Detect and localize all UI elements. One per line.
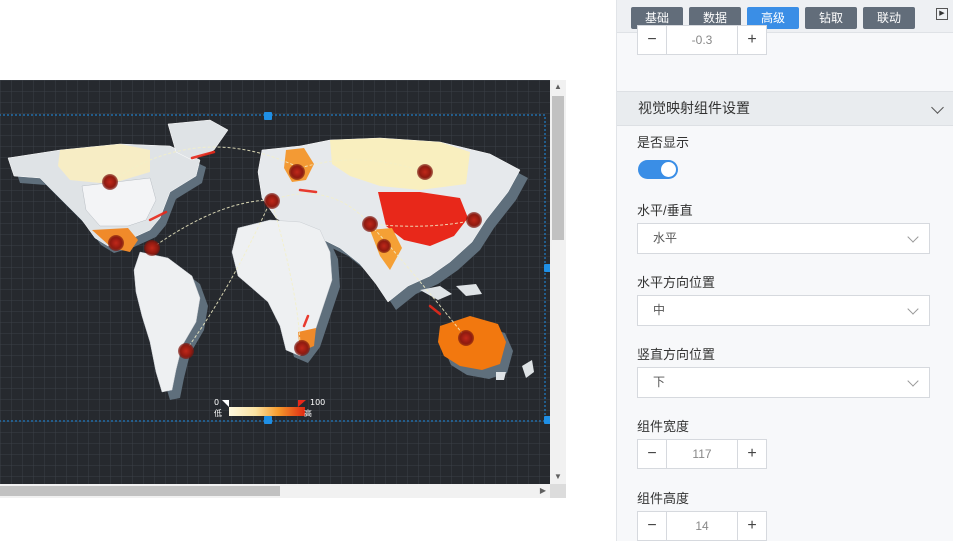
orientation-select[interactable]: 水平: [637, 223, 930, 254]
settings-panel: 基础 数据 高级 钻取 联动 ▶ − -0.3 + 视觉映射组件设置 是否显示 …: [616, 0, 953, 541]
h-position-select[interactable]: 中: [637, 295, 930, 326]
toggle-knob: [661, 162, 676, 177]
h-position-label: 水平方向位置: [637, 275, 716, 290]
scroll-right-icon[interactable]: ▶: [540, 484, 546, 498]
map-chart[interactable]: 0 低 100 高: [0, 80, 550, 484]
width-decrement-button[interactable]: −: [638, 440, 667, 468]
chevron-down-icon: [907, 375, 919, 387]
width-increment-button[interactable]: +: [737, 440, 766, 468]
tab-drill[interactable]: 钻取: [805, 7, 857, 29]
visual-map-section-header[interactable]: 视觉映射组件设置: [617, 91, 953, 126]
legend-low-label: 低: [214, 409, 222, 418]
horizontal-scroll-thumb[interactable]: [0, 486, 280, 496]
v-position-value: 下: [653, 375, 666, 389]
decrement-button[interactable]: −: [638, 26, 667, 54]
scroll-up-icon[interactable]: ▲: [550, 80, 566, 94]
height-stepper: − 14 +: [637, 511, 767, 541]
resize-handle-bottom[interactable]: [264, 416, 272, 424]
width-label: 组件宽度: [637, 419, 690, 434]
legend-high-label: 高: [304, 409, 312, 418]
offset-value[interactable]: -0.3: [667, 26, 737, 54]
resize-handle-top[interactable]: [264, 112, 272, 120]
height-label: 组件高度: [637, 491, 690, 506]
offset-stepper: − -0.3 +: [637, 25, 767, 55]
chevron-down-icon: [907, 231, 919, 243]
show-toggle[interactable]: [638, 160, 678, 179]
world-map: [0, 80, 550, 484]
chevron-down-icon: [931, 101, 944, 114]
chevron-down-icon: [907, 303, 919, 315]
scroll-down-icon[interactable]: ▼: [550, 470, 566, 484]
h-position-value: 中: [653, 303, 666, 317]
width-stepper: − 117 +: [637, 439, 767, 469]
vertical-scroll-thumb[interactable]: [552, 96, 564, 240]
orientation-label: 水平/垂直: [637, 203, 693, 218]
collapse-panel-icon[interactable]: ▶: [936, 8, 948, 20]
height-decrement-button[interactable]: −: [638, 512, 667, 540]
v-position-label: 竖直方向位置: [637, 347, 716, 362]
width-value[interactable]: 117: [667, 440, 737, 468]
tab-linkage[interactable]: 联动: [863, 7, 915, 29]
legend-max-label: 100: [310, 398, 326, 407]
section-title: 视觉映射组件设置: [638, 100, 750, 116]
canvas-area: 0 低 100 高 ▲ ▼ ▶: [0, 0, 616, 541]
v-position-select[interactable]: 下: [637, 367, 930, 398]
height-increment-button[interactable]: +: [737, 512, 766, 540]
height-value[interactable]: 14: [667, 512, 737, 540]
orientation-value: 水平: [653, 231, 678, 245]
scroll-corner: [550, 484, 566, 498]
vertical-scrollbar[interactable]: ▲ ▼: [550, 80, 566, 484]
show-label: 是否显示: [637, 135, 690, 150]
increment-button[interactable]: +: [737, 26, 766, 54]
legend-min-label: 0: [214, 398, 220, 407]
horizontal-scrollbar[interactable]: ▶: [0, 484, 550, 498]
